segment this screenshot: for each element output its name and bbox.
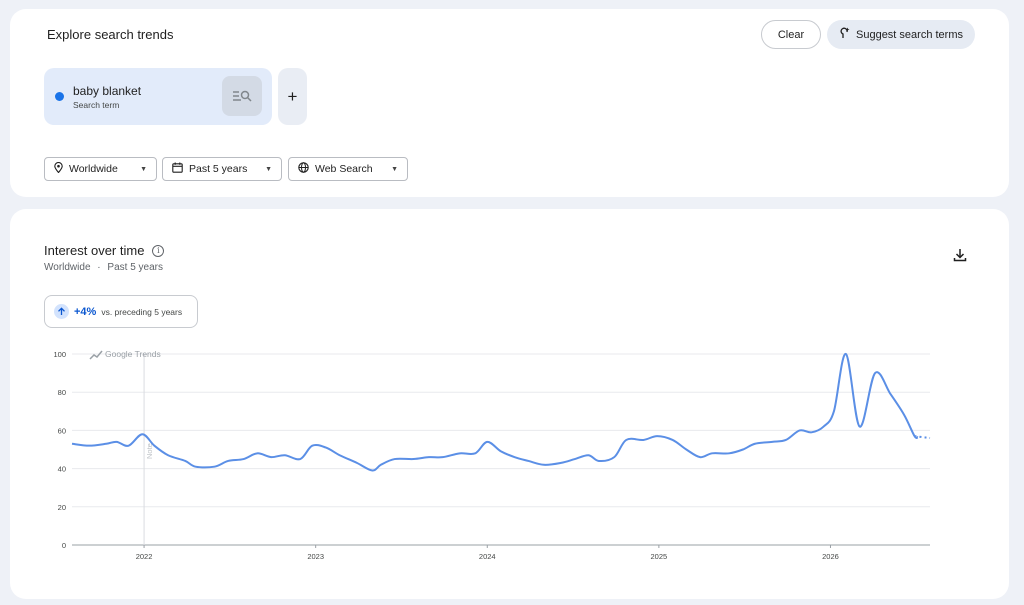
y-tick-label: 20 [58,503,66,512]
x-tick-label: 2026 [822,552,839,561]
time-range-value: Past 5 years [189,163,248,175]
term-name: baby blanket [73,84,142,98]
term-color-dot [55,92,64,101]
y-tick-label: 40 [58,465,66,474]
search-term-chip[interactable]: baby blanket Search term [44,68,272,125]
chevron-down-icon: ▼ [391,165,398,173]
x-tick-label: 2022 [136,552,153,561]
chevron-down-icon: ▼ [140,165,147,173]
annotation-marker-label: Note [145,443,154,459]
calendar-icon [172,162,183,176]
term-search-icon[interactable] [222,76,262,116]
y-tick-label: 100 [53,350,66,359]
location-value: Worldwide [69,163,118,175]
term-type: Search term [73,100,120,110]
search-terms-card: Explore search trends Clear Suggest sear… [10,9,1009,197]
search-property-filter[interactable]: Web Search ▼ [288,157,408,181]
location-filter[interactable]: Worldwide ▼ [44,157,157,181]
suggest-search-terms-button[interactable]: Suggest search terms [827,20,975,49]
y-tick-label: 60 [58,426,66,435]
clear-button[interactable]: Clear [761,20,821,49]
y-tick-label: 0 [62,541,66,550]
x-tick-label: 2023 [307,552,324,561]
search-property-value: Web Search [315,163,373,175]
x-tick-label: 2024 [479,552,496,561]
time-range-filter[interactable]: Past 5 years ▼ [162,157,282,181]
page-title: Explore search trends [47,27,174,42]
y-tick-label: 80 [58,388,66,397]
location-pin-icon [54,161,63,176]
add-term-button[interactable]: + [278,68,307,125]
interest-line-chart[interactable]: Note Google Trends 0 20 40 60 80 100 2022 2023 2… [10,209,1009,599]
chevron-down-icon: ▼ [265,165,272,173]
x-tick-label: 2025 [651,552,668,561]
series-line[interactable] [71,352,919,472]
watermark-text: Google Trends [105,349,161,359]
globe-icon [298,162,309,176]
trends-logo-icon [89,350,103,360]
interest-over-time-card: Interest over time i Worldwide · Past 5 … [10,209,1009,599]
sparkle-pin-icon [839,27,850,42]
suggest-label: Suggest search terms [856,28,963,41]
